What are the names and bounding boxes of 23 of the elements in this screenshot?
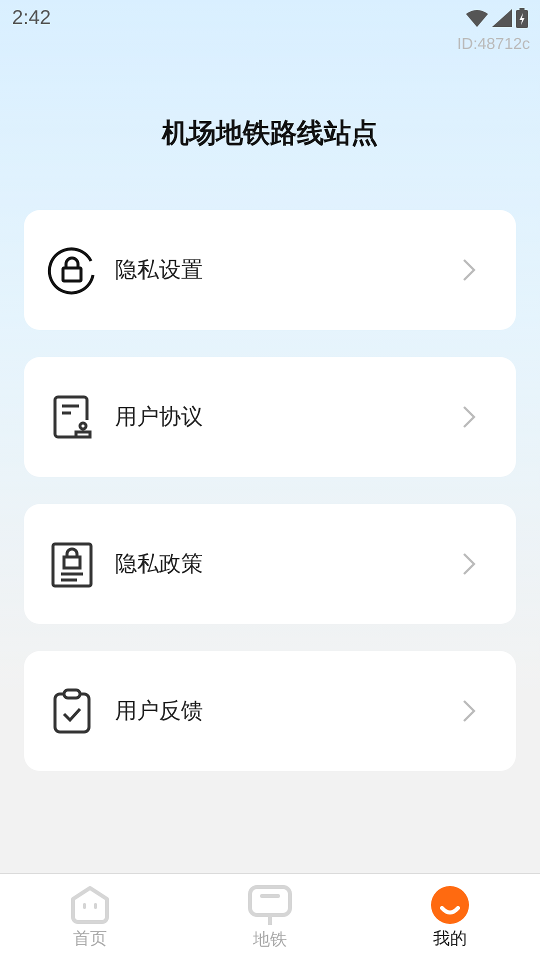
smile-icon	[430, 884, 470, 924]
chevron-right-icon	[462, 699, 476, 723]
battery-icon	[516, 8, 528, 28]
status-time: 2:42	[12, 6, 51, 30]
menu-item[interactable]: 用户反馈	[24, 651, 516, 771]
menu-label: 隐私政策	[115, 551, 204, 579]
signboard-icon	[247, 884, 293, 926]
lock-icon	[47, 245, 97, 295]
home-icon	[69, 884, 111, 924]
menu-item[interactable]: 隐私政策	[24, 504, 516, 624]
chevron-right-icon	[462, 258, 476, 282]
signal-icon	[492, 9, 512, 27]
nav-tab[interactable]: 我的	[360, 874, 540, 960]
page-title: 机场地铁路线站点	[160, 117, 379, 151]
menu-label: 用户反馈	[115, 698, 204, 726]
chevron-right-icon	[462, 552, 476, 576]
chevron-right-icon	[462, 405, 476, 429]
menu-item[interactable]: 用户协议	[24, 357, 516, 477]
menu-label: 用户协议	[115, 404, 204, 432]
menu-item[interactable]: 隐私设置	[24, 210, 516, 330]
wifi-icon	[466, 9, 488, 27]
menu-label: 隐私设置	[115, 257, 204, 285]
user-id: ID:48712c	[457, 36, 530, 54]
